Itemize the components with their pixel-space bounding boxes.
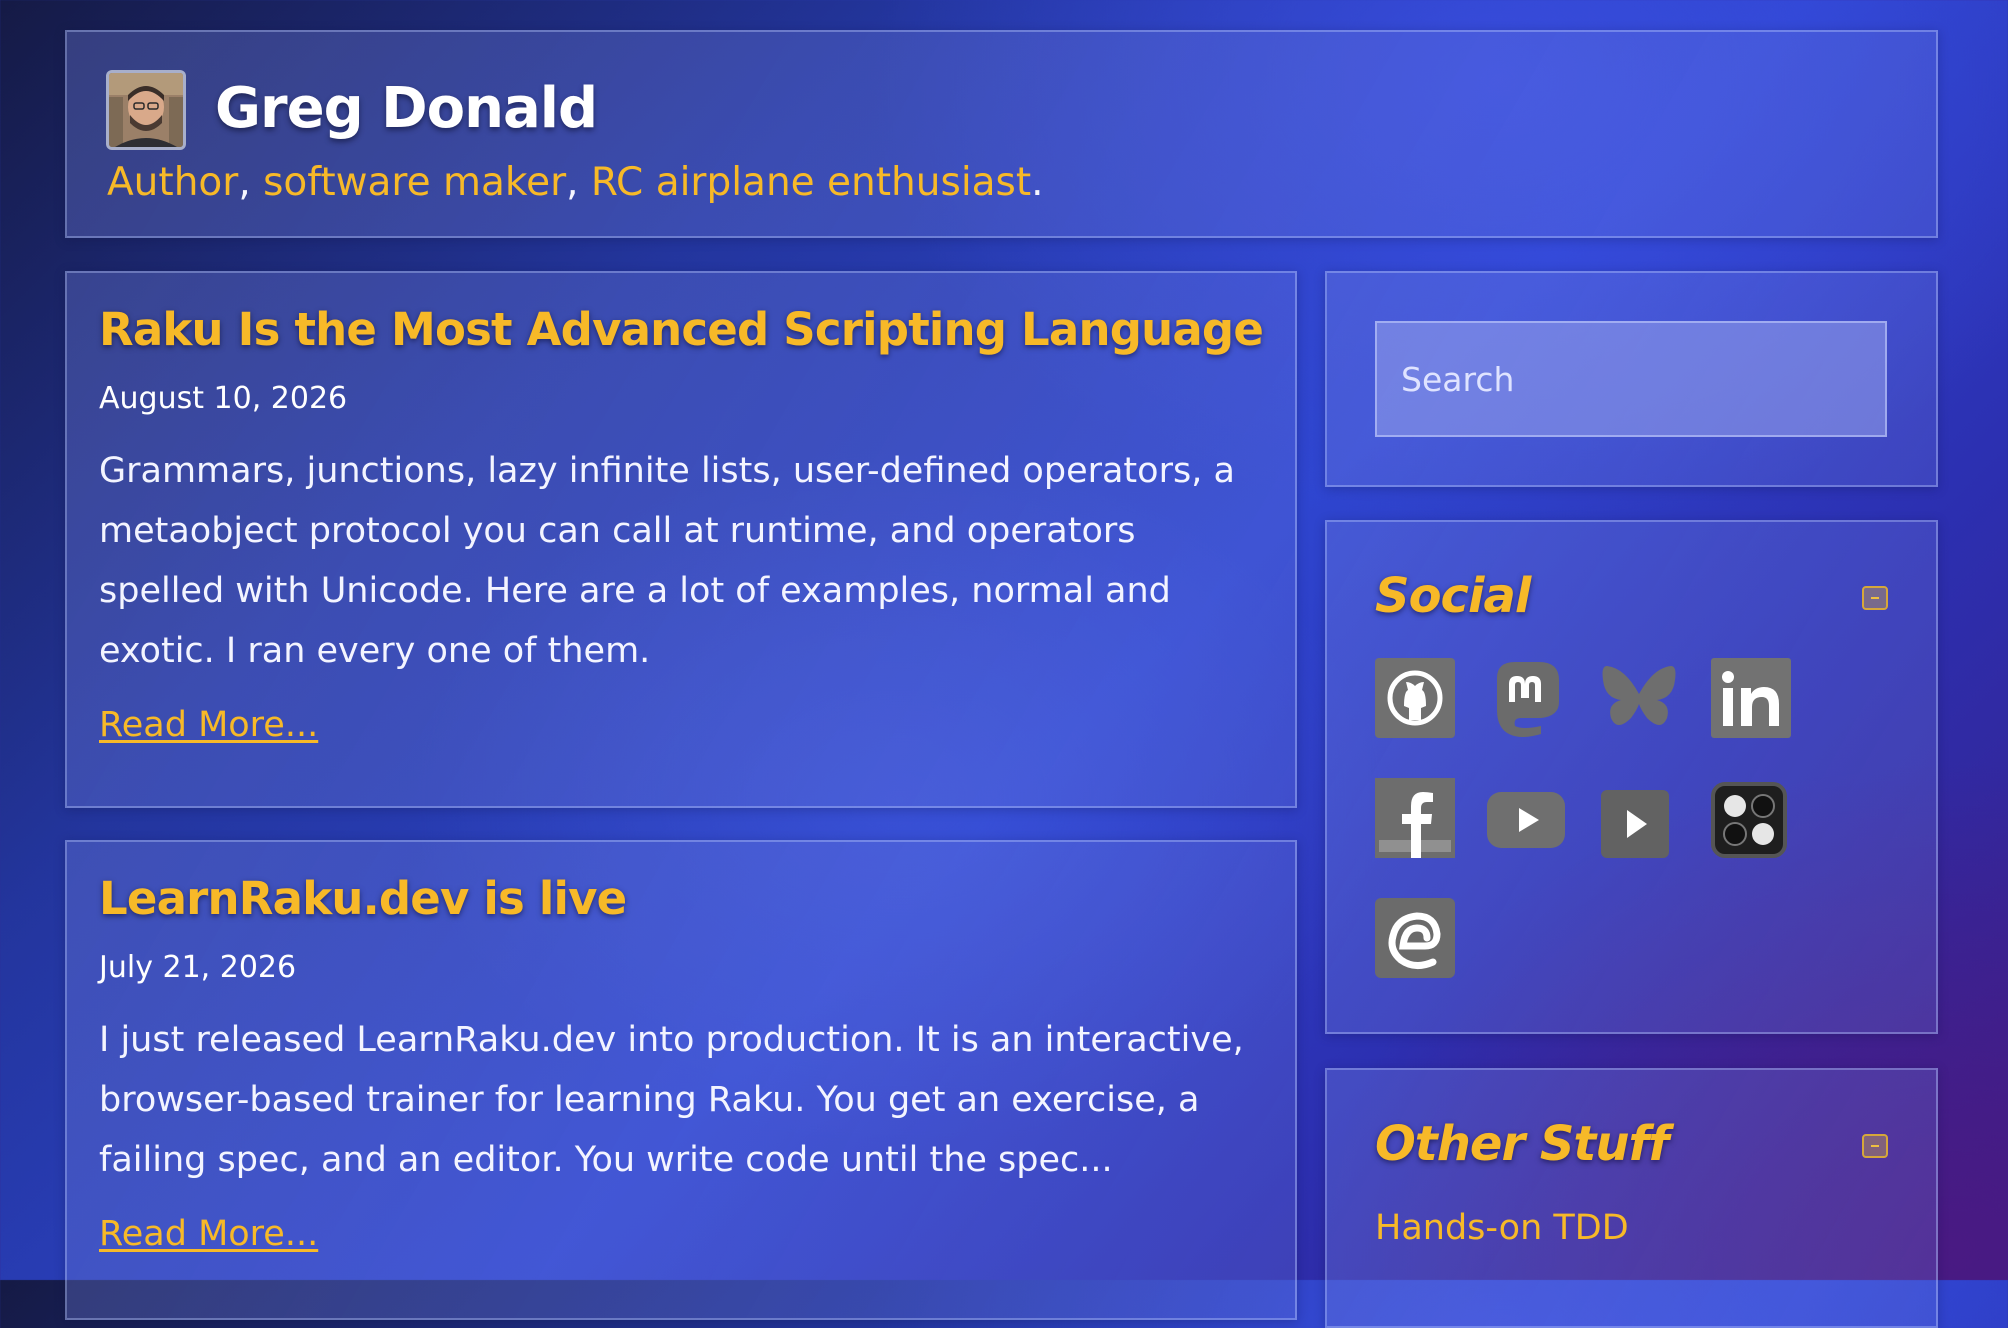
youtube-icon[interactable]	[1487, 778, 1567, 858]
collapse-button[interactable]	[1862, 586, 1888, 610]
bluesky-icon[interactable]	[1599, 658, 1679, 738]
tagline-period: .	[1031, 160, 1044, 205]
post-date: July 21, 2026	[99, 950, 297, 985]
tagline-separator: ,	[238, 160, 264, 205]
search-input[interactable]	[1375, 321, 1887, 437]
read-more-link[interactable]: Read More...	[99, 705, 318, 745]
avatar-image	[109, 73, 183, 147]
tagline-rc-link[interactable]: RC airplane enthusiast	[591, 160, 1031, 205]
social-widget: Social	[1325, 520, 1938, 1034]
read-more-link[interactable]: Read More...	[99, 1214, 318, 1254]
other-stuff-link[interactable]: Hands-on TDD	[1375, 1208, 1629, 1248]
post-card: LearnRaku.dev is live July 21, 2026 I ju…	[65, 840, 1297, 1320]
board-game-icon[interactable]	[1711, 778, 1791, 858]
email-swirl-icon[interactable]	[1375, 898, 1455, 978]
widget-title: Social	[1375, 568, 1531, 624]
post-excerpt: Grammars, junctions, lazy infinite lists…	[99, 451, 1235, 671]
post-card: Raku Is the Most Advanced Scripting Lang…	[65, 271, 1297, 808]
github-icon[interactable]	[1375, 658, 1455, 738]
widget-title: Other Stuff	[1375, 1116, 1669, 1172]
youtube-alt-icon[interactable]	[1599, 778, 1679, 858]
site-header: Greg Donald Author, software maker, RC a…	[65, 30, 1938, 238]
linkedin-icon[interactable]	[1711, 658, 1791, 738]
post-excerpt: I just released LearnRaku.dev into produ…	[99, 1020, 1244, 1180]
site-title[interactable]: Greg Donald	[215, 76, 598, 141]
tagline-maker-link[interactable]: software maker	[263, 160, 566, 205]
tagline-author-link[interactable]: Author	[107, 160, 238, 205]
post-title[interactable]: Raku Is the Most Advanced Scripting Lang…	[99, 303, 1264, 356]
mastodon-icon[interactable]	[1487, 658, 1567, 738]
collapse-button[interactable]	[1862, 1134, 1888, 1158]
search-widget	[1325, 271, 1938, 487]
other-stuff-widget: Other Stuff Hands-on TDD	[1325, 1068, 1938, 1328]
post-title[interactable]: LearnRaku.dev is live	[99, 872, 627, 925]
facebook-icon[interactable]	[1375, 778, 1455, 858]
tagline-separator: ,	[566, 160, 591, 205]
post-date: August 10, 2026	[99, 381, 348, 416]
site-tagline: Author, software maker, RC airplane enth…	[107, 160, 1044, 205]
avatar[interactable]	[106, 70, 186, 150]
